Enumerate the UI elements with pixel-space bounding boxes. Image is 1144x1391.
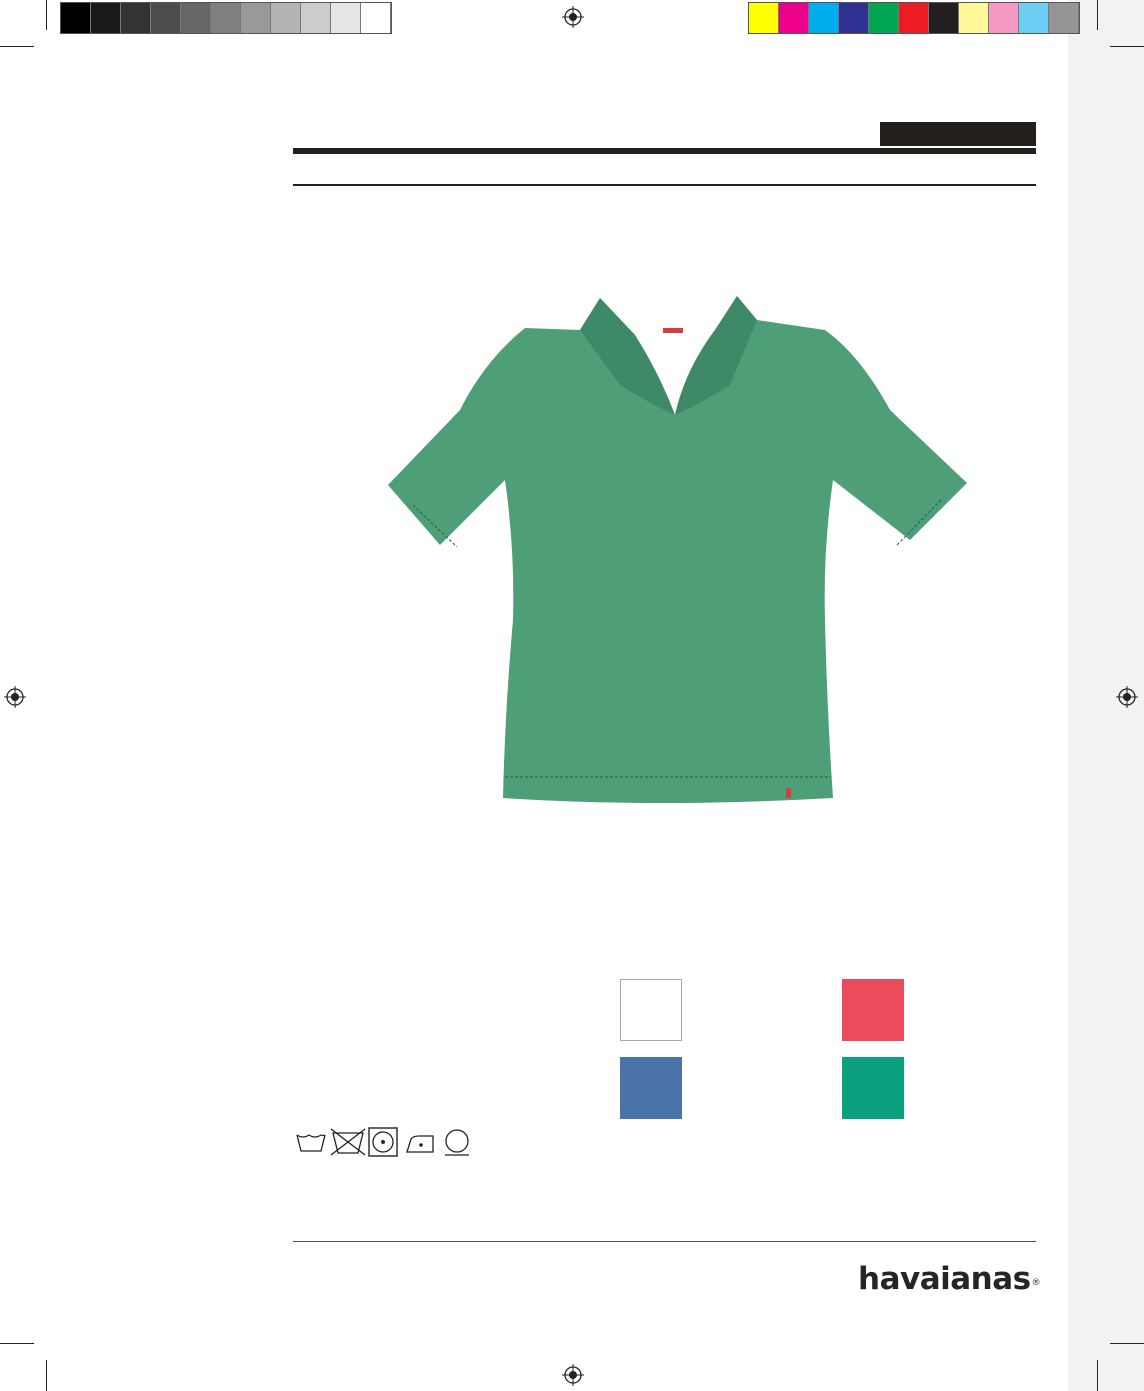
process-swatch-0 [749,3,779,33]
color-swatch-white [620,979,682,1041]
brand-logo: havaianas® [858,1261,1041,1297]
header-thick-rule [293,148,1036,154]
gray-swatch-1 [91,3,121,33]
process-swatch-6 [929,3,959,33]
gray-swatch-10 [361,3,391,33]
registration-mark-icon [4,686,26,708]
gray-swatch-8 [301,3,331,33]
registration-mark-icon [562,6,584,28]
footer-rule [293,1241,1036,1242]
hem-tag [786,788,791,798]
color-swatch-coral [842,979,904,1041]
gray-swatch-3 [151,3,181,33]
grayscale-calibration-strip [60,2,392,34]
color-swatch-green [842,1057,904,1119]
gray-swatch-7 [271,3,301,33]
process-swatch-9 [1019,3,1049,33]
registered-mark: ® [1031,1278,1041,1288]
no-tumble-dry-icon [330,1128,366,1156]
neck-label [663,328,683,333]
process-swatch-7 [959,3,989,33]
gray-swatch-4 [181,3,211,33]
process-swatch-5 [899,3,929,33]
crop-mark [0,1343,34,1344]
crop-mark [1110,1343,1144,1344]
gray-swatch-2 [121,3,151,33]
product-shirt-image [388,296,967,803]
crop-mark [0,46,34,47]
iron-low-icon [406,1135,434,1153]
crop-mark [1110,46,1144,47]
section-tab-bar [880,122,1036,146]
crop-mark [1097,0,1098,30]
dryer-icon [368,1127,398,1157]
color-calibration-strip [748,2,1080,34]
wash-30-icon [296,1134,326,1152]
process-swatch-1 [779,3,809,33]
registration-mark-icon [562,1364,584,1386]
crop-mark [1097,1360,1098,1391]
process-swatch-2 [809,3,839,33]
crop-mark [46,1360,47,1391]
gray-swatch-9 [331,3,361,33]
gray-swatch-6 [241,3,271,33]
registration-mark-icon [1116,686,1138,708]
process-swatch-4 [869,3,899,33]
process-swatch-8 [989,3,1019,33]
process-swatch-10 [1049,3,1079,33]
gray-swatch-0 [61,3,91,33]
process-swatch-3 [839,3,869,33]
crop-mark [46,0,47,30]
gray-swatch-5 [211,3,241,33]
brand-logo-text: havaianas [858,1261,1031,1297]
shirt-body [388,296,967,803]
care-instructions [296,1127,469,1157]
color-swatch-blue [620,1057,682,1119]
header-thin-rule [293,184,1036,186]
dry-clean-icon [445,1129,469,1156]
